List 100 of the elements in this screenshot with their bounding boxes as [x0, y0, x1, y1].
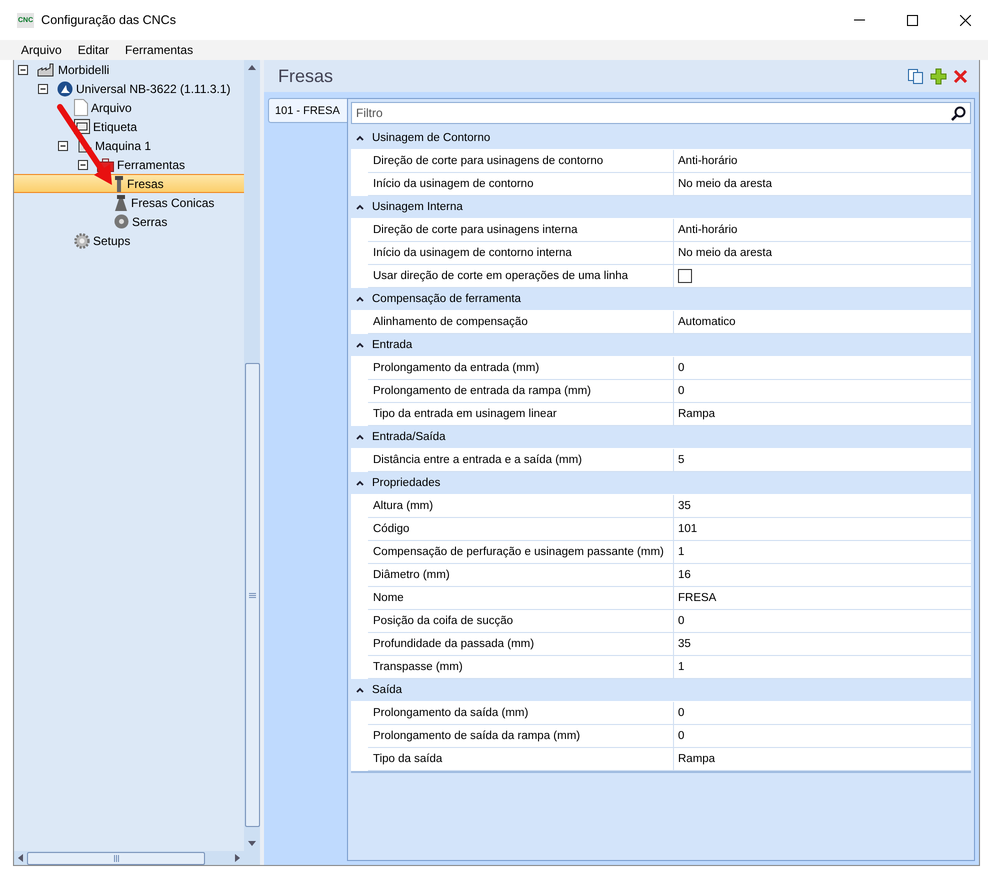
property-name: Distância entre a entrada e a saída (mm): [368, 449, 674, 471]
search-icon[interactable]: [951, 106, 966, 120]
vertical-scrollbar[interactable]: [244, 60, 260, 851]
tree-item[interactable]: Etiqueta: [14, 117, 244, 136]
close-icon: [953, 68, 968, 84]
property-name: Altura (mm): [368, 495, 674, 517]
collapse-chevron-icon[interactable]: [356, 342, 364, 348]
tree-item[interactable]: Setups: [14, 231, 244, 250]
property-name: Código: [368, 518, 674, 540]
category-header[interactable]: Entrada/Saída: [351, 426, 971, 449]
property-name: Profundidade da passada (mm): [368, 633, 674, 655]
property-value[interactable]: No meio da aresta: [678, 247, 772, 259]
property-value[interactable]: 35: [678, 500, 691, 512]
menu-item[interactable]: Arquivo: [13, 43, 70, 57]
property-value[interactable]: Rampa: [678, 408, 716, 420]
property-value[interactable]: Anti-horário: [678, 155, 738, 167]
window-title: Configuração das CNCs: [41, 13, 177, 27]
property-name: Nome: [368, 587, 674, 609]
property-name: Prolongamento da saída (mm): [368, 702, 674, 724]
scrollbar-thumb[interactable]: [244, 363, 260, 827]
property-value[interactable]: Anti-horário: [678, 224, 738, 236]
property-name: Prolongamento de entrada da rampa (mm): [368, 380, 674, 402]
panel-title: Fresas: [278, 66, 334, 86]
property-name: Compensação de perfuração e usinagem passante (mm): [368, 541, 674, 563]
category-header[interactable]: Entrada: [351, 334, 971, 357]
property-value[interactable]: 0: [678, 362, 684, 374]
saw-blade-icon: [114, 214, 129, 229]
factory-icon: [37, 62, 55, 76]
property-name: Alinhamento de compensação: [368, 311, 674, 333]
menu-item[interactable]: Ferramentas: [117, 43, 202, 57]
collapse-icon[interactable]: [78, 160, 88, 170]
category-header[interactable]: Usinagem Interna: [351, 196, 971, 219]
scroll-up-icon[interactable]: [248, 65, 256, 70]
property-name: Início da usinagem de contorno interna: [368, 242, 674, 264]
tree-item[interactable]: Arquivo: [14, 98, 244, 117]
scrollbar-thumb[interactable]: [27, 852, 205, 864]
conical-mill-icon: [114, 194, 128, 210]
collapse-icon[interactable]: [38, 84, 48, 94]
property-value[interactable]: 35: [678, 638, 691, 650]
tree-item[interactable]: Fresas: [14, 174, 244, 193]
collapse-icon[interactable]: [58, 140, 68, 150]
minimize-icon: [854, 19, 864, 21]
tree-item[interactable]: Morbidelli: [14, 60, 244, 79]
property-name: Direção de corte para usinagens de contorno: [368, 150, 674, 172]
property-name: Usar direção de corte em operações de uma linha: [368, 265, 674, 287]
scroll-down-icon[interactable]: [248, 841, 256, 846]
property-value[interactable]: 0: [678, 730, 684, 742]
filter-field[interactable]: Filtro: [351, 102, 971, 124]
property-name: Tipo da saída: [368, 748, 674, 770]
scroll-right-icon[interactable]: [235, 854, 240, 862]
collapse-chevron-icon[interactable]: [356, 480, 364, 486]
category-header[interactable]: Propriedades: [351, 472, 971, 495]
menu-item[interactable]: Editar: [70, 43, 118, 57]
property-name: Prolongamento da entrada (mm): [368, 357, 674, 379]
property-value[interactable]: Automatico: [678, 316, 736, 328]
property-value[interactable]: 0: [678, 707, 684, 719]
tree-item[interactable]: Serras: [14, 212, 244, 231]
close-icon: [960, 14, 970, 26]
category-header[interactable]: Saída: [351, 679, 971, 702]
scroll-left-icon[interactable]: [18, 854, 23, 862]
logo-icon: [57, 80, 73, 96]
collapse-chevron-icon[interactable]: [356, 434, 364, 440]
horizontal-scrollbar[interactable]: [14, 851, 260, 865]
grip-icon: [248, 592, 256, 598]
record-tab[interactable]: 101 - FRESA: [268, 98, 347, 123]
filter-input[interactable]: Filtro: [356, 106, 951, 120]
category-header[interactable]: Usinagem de Contorno: [351, 127, 971, 150]
property-value[interactable]: 0: [678, 385, 684, 397]
property-value[interactable]: 1: [678, 546, 684, 558]
category-header[interactable]: Compensação de ferramenta: [351, 288, 971, 311]
collapse-chevron-icon[interactable]: [356, 687, 364, 693]
property-value[interactable]: 1: [678, 661, 684, 673]
file-icon: [74, 99, 88, 116]
property-value[interactable]: 16: [678, 569, 691, 581]
plus-icon: [930, 68, 947, 84]
property-value[interactable]: No meio da aresta: [678, 178, 772, 190]
property-name: Diâmetro (mm): [368, 564, 674, 586]
tree-item[interactable]: Fresas Conicas: [14, 193, 244, 212]
property-name: Prolongamento de saída da rampa (mm): [368, 725, 674, 747]
checkbox[interactable]: [678, 269, 692, 283]
collapse-chevron-icon[interactable]: [356, 135, 364, 141]
property-name: Tipo da entrada em usinagem linear: [368, 403, 674, 425]
collapse-chevron-icon[interactable]: [356, 204, 364, 210]
property-value[interactable]: 5: [678, 454, 684, 466]
grip-icon: [114, 854, 118, 862]
property-name: Posição da coifa de sucção: [368, 610, 674, 632]
collapse-chevron-icon[interactable]: [356, 296, 364, 302]
collapse-icon[interactable]: [18, 64, 28, 74]
property-name: Direção de corte para usinagens interna: [368, 219, 674, 241]
property-value[interactable]: 0: [678, 615, 684, 627]
property-name: Início da usinagem de contorno: [368, 173, 674, 195]
maximize-icon: [906, 14, 918, 26]
property-value[interactable]: FRESA: [678, 592, 716, 604]
copy-icon: [907, 68, 924, 84]
tree-item[interactable]: Universal NB-3622 (1.11.3.1): [14, 79, 244, 98]
end-mill-icon: [114, 176, 124, 192]
property-name: Transpasse (mm): [368, 656, 674, 678]
gear-icon: [74, 232, 90, 248]
property-value[interactable]: 101: [678, 523, 698, 535]
property-value[interactable]: Rampa: [678, 753, 716, 765]
